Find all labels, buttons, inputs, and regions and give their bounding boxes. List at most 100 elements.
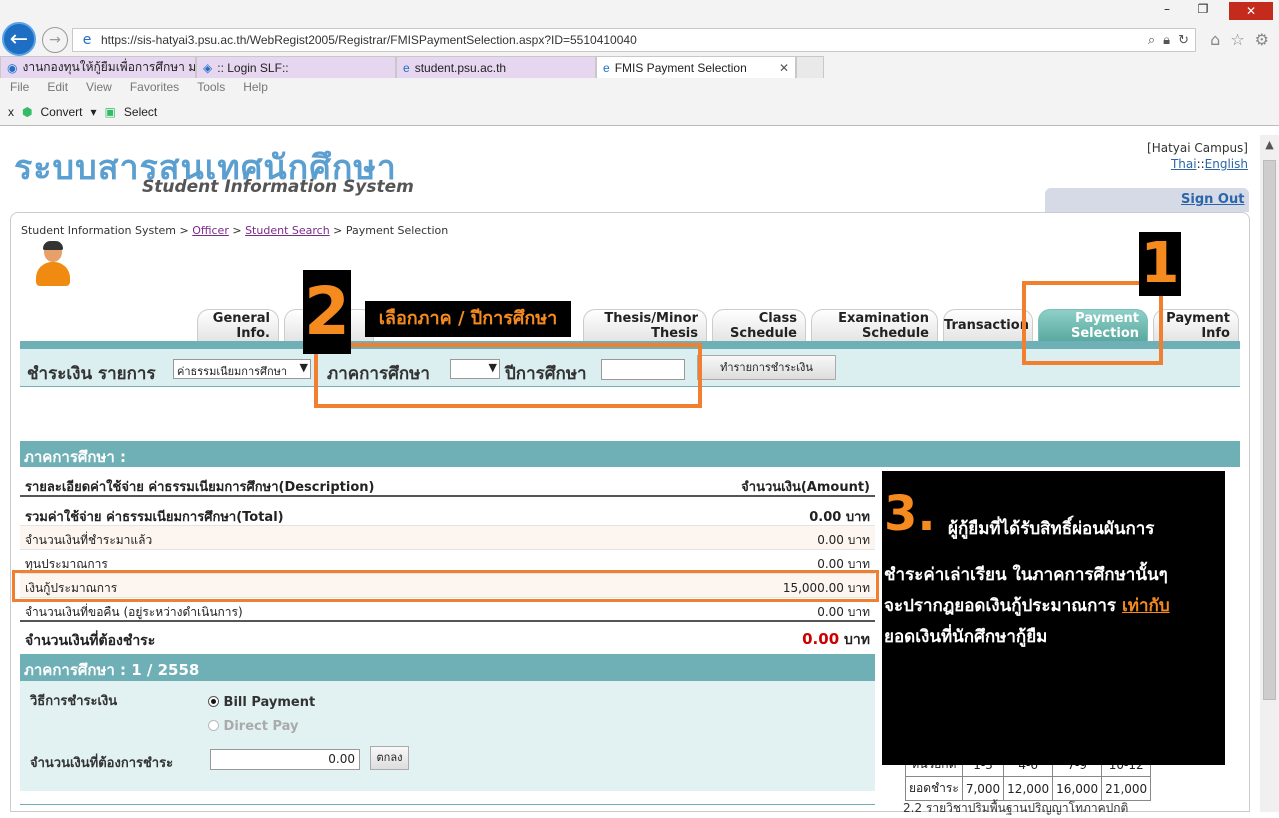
menu-edit[interactable]: Edit bbox=[47, 80, 68, 98]
bill-payment-option[interactable]: Bill Payment bbox=[208, 695, 315, 710]
unit: บาท bbox=[844, 632, 870, 648]
tab-label: Schedule bbox=[730, 326, 797, 341]
page-icon: e bbox=[403, 60, 410, 75]
browser-tab-active[interactable]: e FMIS Payment Selection ✕ bbox=[596, 56, 796, 78]
browser-tab[interactable]: ◉ งานกองทุนให้กู้ยืมเพื่อการศึกษา ม.อ. bbox=[0, 56, 196, 78]
table-cell: 7,000 bbox=[961, 776, 1005, 801]
convert-icon: ⬢ bbox=[22, 105, 33, 119]
tab-payment-info[interactable]: Payment Info bbox=[1153, 309, 1239, 341]
tab-label: Thesis/Minor bbox=[604, 311, 698, 326]
radio-disabled bbox=[208, 720, 219, 731]
tab-transaction[interactable]: Transaction bbox=[943, 309, 1033, 341]
tab-label: Thesis bbox=[651, 326, 698, 341]
amount-value: 0.00 bbox=[817, 557, 844, 571]
minimize-icon[interactable]: – bbox=[1157, 2, 1177, 20]
annotation-number-1: 1 bbox=[1139, 231, 1181, 296]
restore-icon[interactable]: ❐ bbox=[1193, 2, 1213, 20]
crumb-officer-link[interactable]: Officer bbox=[192, 224, 229, 237]
convert-button[interactable]: Convert bbox=[40, 105, 82, 119]
lang-thai-link[interactable]: Thai bbox=[1171, 157, 1197, 171]
make-payment-button[interactable]: ทำรายการชำระเงิน bbox=[697, 355, 836, 380]
favorites-icon[interactable]: ☆ bbox=[1230, 30, 1244, 49]
refresh-icon[interactable]: ↻ bbox=[1178, 33, 1189, 48]
language-switch: Thai::English bbox=[1140, 157, 1248, 171]
annotation-box-loan bbox=[12, 570, 879, 602]
new-tab-button[interactable] bbox=[796, 56, 824, 78]
crumb-sep: > bbox=[232, 224, 242, 237]
row-amount: 0.00 บาท bbox=[809, 506, 870, 527]
table-row: ยอดชำระ 7,000 12,000 16,000 21,000 bbox=[905, 776, 1152, 801]
menu-help[interactable]: Help bbox=[243, 80, 268, 98]
avatar-icon bbox=[36, 241, 70, 288]
amount-input[interactable]: 0.00 bbox=[210, 749, 360, 770]
url-text[interactable]: https://sis-hatyai3.psu.ac.th/WebRegist2… bbox=[101, 33, 1148, 47]
home-icon[interactable]: ⌂ bbox=[1210, 30, 1220, 49]
chevron-down-icon[interactable]: ▾ bbox=[91, 105, 97, 119]
ok-button[interactable]: ตกลง bbox=[370, 746, 409, 770]
lang-english-link[interactable]: English bbox=[1205, 157, 1248, 171]
window-controls: – ❐ ✕ bbox=[1157, 2, 1273, 20]
forward-button[interactable]: → bbox=[42, 27, 68, 53]
menu-tools[interactable]: Tools bbox=[197, 80, 225, 98]
pay-item-label: ชำระเงิน รายการ bbox=[27, 364, 156, 384]
fee-type-value: ค่าธรรมเนียมการศึกษา bbox=[177, 365, 288, 378]
menu-bar: File Edit View Favorites Tools Help bbox=[0, 80, 268, 98]
tab-label: Examination bbox=[838, 311, 929, 326]
browser-tab[interactable]: ◈:: Login SLF:: bbox=[196, 56, 396, 78]
menu-view[interactable]: View bbox=[86, 80, 112, 98]
breadcrumb: Student Information System > Officer > S… bbox=[21, 224, 448, 237]
tab-class-schedule[interactable]: Class Schedule bbox=[712, 309, 806, 341]
row-label: จำนวนเงินที่ชำระมาแล้ว bbox=[25, 533, 153, 547]
fee-type-select[interactable]: ค่าธรรมเนียมการศึกษา ▼ bbox=[173, 359, 311, 379]
tab-label: Class bbox=[758, 311, 797, 326]
logo-english: Student Information System bbox=[142, 177, 414, 197]
close-toolbar-icon[interactable]: x bbox=[8, 105, 14, 119]
close-tab-icon[interactable]: ✕ bbox=[769, 61, 789, 75]
select-icon: ▣ bbox=[104, 105, 116, 119]
scroll-up-icon[interactable]: ▲ bbox=[1260, 138, 1279, 156]
row-label: จำนวนเงินที่ต้องชำระ bbox=[25, 633, 156, 649]
row-amount: 0.00 บาท bbox=[802, 629, 870, 651]
unit: บาท bbox=[847, 605, 870, 619]
tab-general-info[interactable]: General Info. bbox=[197, 309, 279, 341]
option-label: Bill Payment bbox=[223, 695, 316, 710]
gear-icon[interactable]: ⚙ bbox=[1255, 30, 1269, 49]
unit: บาท bbox=[847, 533, 870, 547]
back-button[interactable]: ← bbox=[2, 22, 36, 56]
tab-examination-schedule[interactable]: Examination Schedule bbox=[811, 309, 938, 341]
browser-icons: ⌂ ☆ ⚙ bbox=[1210, 30, 1269, 49]
lock-icon[interactable]: 🔒︎ bbox=[1163, 33, 1170, 48]
radio-selected[interactable] bbox=[208, 696, 219, 707]
annotation-box-2 bbox=[314, 343, 702, 408]
annotation-line: จะปรากฎยอดเงินกู้ประมาณการ เท่ากับ bbox=[884, 592, 1170, 619]
row-amount: 0.00 บาท bbox=[817, 603, 870, 622]
amount-header: จำนวนเงิน(Amount) bbox=[741, 480, 870, 495]
annotation-line: ผู้กู้ยืมที่ได้รับสิทธิ์ผ่อนผันการ bbox=[948, 519, 1155, 539]
menu-file[interactable]: File bbox=[10, 80, 29, 98]
divider bbox=[0, 125, 1279, 126]
amount-value: 0.00 bbox=[802, 630, 840, 648]
annotation-line: ชำระค่าเล่าเรียน ในภาคการศึกษานั้นๆ bbox=[884, 565, 1168, 585]
tab-label: Info. bbox=[236, 326, 270, 341]
option-label: Direct Pay bbox=[223, 719, 299, 734]
browser-tab[interactable]: e student.psu.ac.th bbox=[396, 56, 596, 78]
annotation-text: จะปรากฎยอดเงินกู้ประมาณการ bbox=[884, 596, 1122, 616]
browser-tabs: ◉ งานกองทุนให้กู้ยืมเพื่อการศึกษา ม.อ. ◈:… bbox=[0, 56, 824, 78]
tab-thesis[interactable]: Thesis/Minor Thesis bbox=[583, 309, 707, 341]
address-bar[interactable]: e https://sis-hatyai3.psu.ac.th/WebRegis… bbox=[72, 28, 1196, 52]
scroll-thumb[interactable] bbox=[1263, 160, 1276, 700]
page-icon: e bbox=[603, 60, 610, 75]
close-window-icon[interactable]: ✕ bbox=[1229, 2, 1273, 20]
search-icon[interactable]: ⌕ bbox=[1148, 33, 1155, 48]
tab-label: งานกองทุนให้กู้ยืมเพื่อการศึกษา ม.อ. bbox=[22, 60, 196, 74]
menu-favorites[interactable]: Favorites bbox=[130, 80, 179, 98]
crumb-student-search-link[interactable]: Student Search bbox=[245, 224, 330, 237]
annotation-panel-3: 3. ผู้กู้ยืมที่ได้รับสิทธิ์ผ่อนผันการ ชำ… bbox=[882, 471, 1225, 765]
course-note: 2.2 รายวิชาปริมพื้นฐานปริญญาโทภาคปกติ bbox=[903, 801, 1129, 815]
annotation-number-2: 2 bbox=[303, 270, 351, 354]
table-cell: ยอดชำระ bbox=[905, 776, 963, 801]
select-button[interactable]: Select bbox=[124, 105, 157, 119]
sign-out-link[interactable]: Sign Out bbox=[1181, 192, 1244, 207]
chevron-down-icon: ▼ bbox=[299, 361, 308, 374]
row-amount: 0.00 บาท bbox=[817, 531, 870, 550]
